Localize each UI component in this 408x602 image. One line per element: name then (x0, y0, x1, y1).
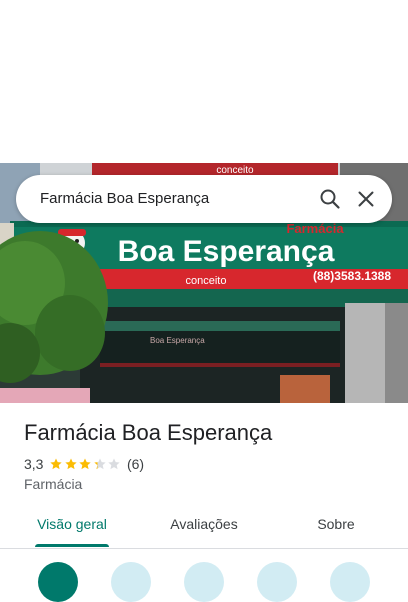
awning-text: Boa Esperança (150, 336, 205, 345)
action-button-4[interactable] (257, 562, 297, 602)
sign-main-text: Boa Esperança (118, 235, 335, 268)
search-bar[interactable]: Farmácia Boa Esperança (16, 175, 392, 223)
rating-stars (49, 457, 122, 471)
tab-about[interactable]: Sobre (284, 508, 388, 546)
star-icon (65, 458, 77, 470)
rating-row[interactable]: 3,3 (6) (24, 455, 144, 473)
rating-value: 3,3 (24, 456, 44, 472)
action-button-5[interactable] (330, 562, 370, 602)
action-button-2[interactable] (111, 562, 151, 602)
action-button-3[interactable] (184, 562, 224, 602)
sign-small-text: Farmácia (286, 221, 344, 236)
place-category[interactable]: Farmácia (24, 476, 82, 492)
sign-sub-text: conceito (186, 275, 227, 287)
star-icon (79, 458, 92, 470)
search-input[interactable]: Farmácia Boa Esperança (40, 175, 209, 223)
review-count[interactable]: (6) (127, 456, 144, 472)
close-icon[interactable] (354, 187, 378, 211)
active-tab-indicator (35, 544, 109, 547)
tab-reviews[interactable]: Avaliações (152, 508, 256, 546)
place-title: Farmácia Boa Esperança (24, 420, 273, 445)
sign-phone-text: (88)3583.1388 (313, 269, 391, 283)
star-icon (108, 458, 121, 470)
star-icon (50, 458, 63, 470)
search-icon[interactable] (318, 187, 342, 211)
star-icon (94, 458, 106, 470)
tab-overview[interactable]: Visão geral (20, 508, 124, 546)
directions-button[interactable] (38, 562, 78, 602)
tab-bar: Visão geral Avaliações Sobre (0, 508, 408, 549)
